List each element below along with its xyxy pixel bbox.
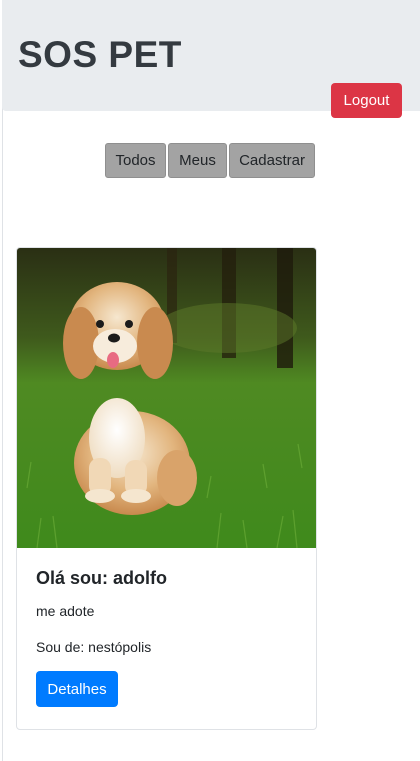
logout-button[interactable]: Logout — [331, 83, 402, 118]
pet-location: Sou de: nestópolis — [36, 639, 152, 655]
pet-name: Olá sou: adolfo — [36, 568, 168, 588]
pet-description: me adote — [36, 603, 95, 619]
details-button[interactable]: Detalhes — [36, 671, 118, 707]
meus-button[interactable]: Meus — [168, 143, 227, 178]
app-title: SOS PET — [18, 34, 182, 75]
cadastrar-button[interactable]: Cadastrar — [229, 143, 315, 178]
pet-card-body: Olá sou: adolfo me adote Sou de: nestópo… — [17, 548, 316, 727]
filter-button-group: Todos Meus Cadastrar — [105, 143, 315, 178]
pet-card: Olá sou: adolfo me adote Sou de: nestópo… — [16, 247, 317, 730]
todos-button[interactable]: Todos — [105, 143, 166, 178]
pet-photo — [17, 248, 316, 548]
